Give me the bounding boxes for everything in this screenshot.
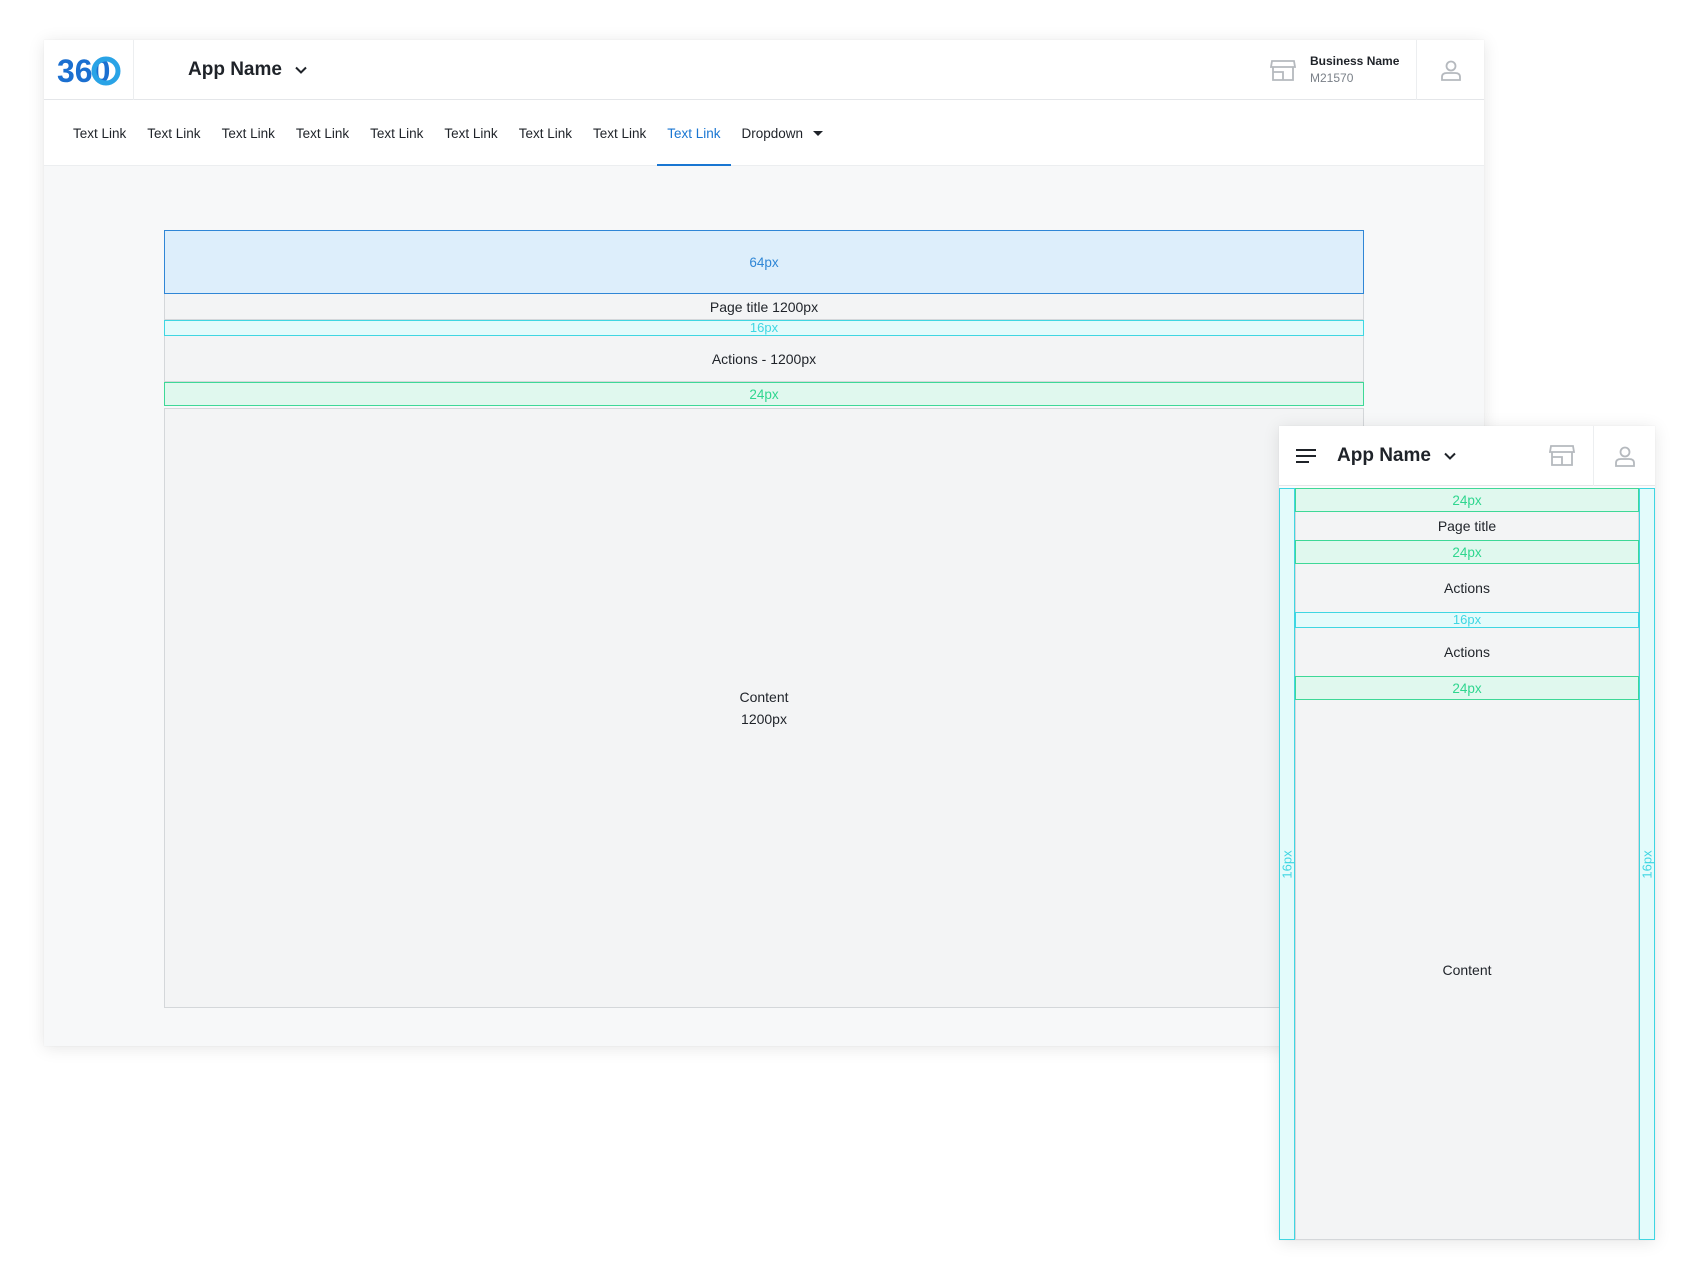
header-spacing-guide: 64px — [164, 230, 1364, 294]
business-selector[interactable]: Business Name M21570 — [1270, 40, 1399, 100]
app-switcher[interactable]: App Name — [188, 40, 308, 100]
content-label: Content — [1442, 961, 1492, 978]
store-icon — [1270, 60, 1296, 81]
brand-logo[interactable]: 360 — [44, 40, 134, 100]
title-gap-guide: 24px — [1295, 540, 1639, 564]
nav-text-link[interactable]: Text Link — [434, 100, 507, 166]
store-icon[interactable] — [1549, 444, 1575, 466]
actions-gap-guide: 16px — [1295, 612, 1639, 628]
caret-down-icon — [813, 130, 824, 136]
business-id: M21570 — [1310, 71, 1354, 85]
nav-text-link[interactable]: Text Link — [583, 100, 656, 166]
desktop-top-bar: 360 App Name Business Name M21570 — [44, 40, 1484, 100]
content-gap-guide: 24px — [1295, 676, 1639, 700]
mobile-app-switcher[interactable]: App Name — [1337, 426, 1457, 486]
app-name: App Name — [1337, 445, 1431, 466]
logo-360-icon: 360 — [57, 53, 120, 89]
desktop-nav-bar: Text Link Text Link Text Link Text Link … — [44, 100, 1484, 166]
mobile-page-title-region: Page title — [1295, 512, 1639, 540]
chevron-down-icon — [295, 66, 307, 74]
mobile-user-menu-button[interactable] — [1593, 426, 1655, 486]
actions-label: Actions — [1444, 644, 1490, 660]
content-width-label: 1200px — [741, 711, 787, 727]
nav-text-link[interactable]: Text Link — [509, 100, 582, 166]
left-padding-guide: 16px — [1279, 488, 1295, 1240]
page-title-region: Page title 1200px — [164, 294, 1364, 320]
desktop-layout-frame: 360 App Name Business Name M21570 Text L… — [44, 40, 1484, 1046]
nav-text-link[interactable]: Text Link — [212, 100, 285, 166]
spacing-label: 24px — [1452, 492, 1482, 508]
actions-gap-guide: 24px — [164, 382, 1364, 406]
top-gap-guide: 24px — [1295, 488, 1639, 512]
user-icon — [1614, 446, 1635, 467]
nav-dropdown-label: Dropdown — [741, 125, 804, 141]
spacing-label: 24px — [1452, 544, 1482, 560]
mobile-actions-region: Actions — [1295, 564, 1639, 612]
title-gap-guide: 16px — [164, 320, 1364, 336]
actions-region: Actions - 1200px — [164, 336, 1364, 382]
spacing-label: 16px — [749, 320, 779, 335]
business-name: Business Name — [1310, 54, 1400, 68]
right-padding-guide: 16px — [1639, 488, 1655, 1240]
content-region: Content 1200px — [164, 408, 1364, 1008]
spacing-label: 16px — [1452, 612, 1482, 627]
actions-label: Actions - 1200px — [711, 350, 817, 367]
menu-icon[interactable] — [1295, 446, 1317, 466]
spacing-label: 24px — [1452, 680, 1482, 696]
nav-text-link[interactable]: Text Link — [286, 100, 359, 166]
user-menu-button[interactable] — [1416, 40, 1484, 100]
nav-text-link[interactable]: Text Link — [360, 100, 433, 166]
spacing-label: 16px — [1279, 849, 1295, 879]
spacing-label: 16px — [1639, 849, 1655, 879]
mobile-actions-region-2: Actions — [1295, 628, 1639, 676]
page-title-label: Page title — [1437, 518, 1497, 534]
spacing-label: 64px — [749, 254, 779, 270]
nav-dropdown[interactable]: Dropdown — [732, 100, 834, 166]
spacing-label: 24px — [749, 386, 779, 402]
nav-text-link[interactable]: Text Link — [137, 100, 210, 166]
nav-text-link-active[interactable]: Text Link — [657, 100, 731, 166]
actions-label: Actions — [1444, 580, 1490, 596]
mobile-top-bar: App Name — [1279, 426, 1655, 486]
content-label: Content — [739, 689, 789, 705]
chevron-down-icon — [1444, 452, 1456, 460]
page-title-label: Page title 1200px — [709, 298, 819, 315]
mobile-layout-frame: App Name 16px 16px 24px Page title 24px … — [1279, 426, 1655, 1240]
user-icon — [1440, 60, 1461, 81]
mobile-content-region: Content — [1295, 700, 1639, 1240]
app-name: App Name — [188, 59, 282, 80]
nav-text-link[interactable]: Text Link — [63, 100, 136, 166]
